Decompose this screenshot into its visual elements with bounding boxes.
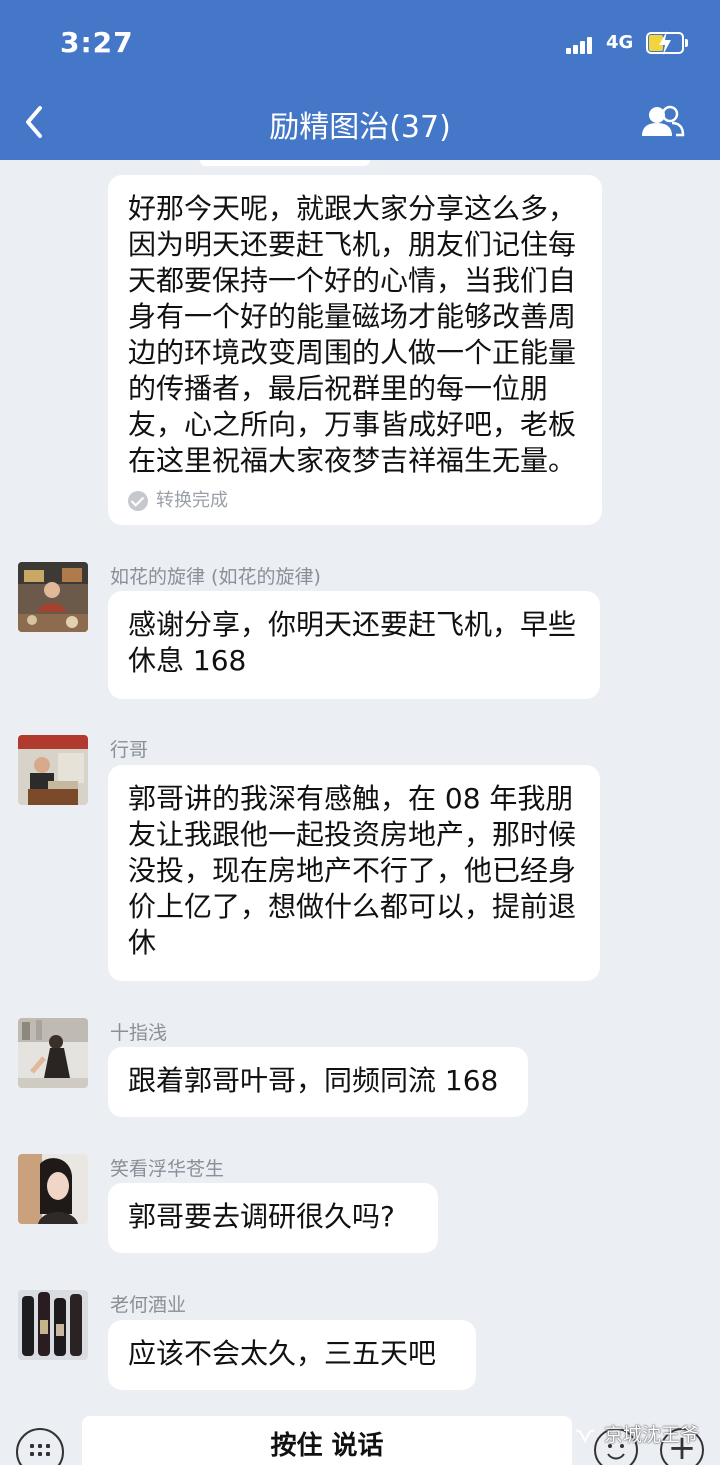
message-text: 好那今天呢，就跟大家分享这么多，因为明天还要赶飞机，朋友们记住每天都要保持一个好… (128, 192, 577, 477)
sender-name: 行哥 (110, 739, 149, 761)
hold-to-talk-button[interactable]: 按住 说话 (82, 1416, 572, 1465)
previous-message-edge (200, 160, 370, 166)
members-button[interactable] (638, 104, 686, 140)
sender-name: 笑看浮华苍生 (110, 1158, 225, 1180)
charging-bolt-icon (659, 31, 671, 55)
chat-title: 励精图治(37) (269, 110, 451, 145)
convert-status: 转换完成 (128, 489, 582, 513)
watermark: 京城沈王爷 (574, 1420, 699, 1447)
status-bar: 3:27 4G (0, 0, 720, 88)
avatar[interactable] (18, 1154, 88, 1224)
message-bubble[interactable]: 郭哥要去调研很久吗? (108, 1183, 438, 1253)
nav-bar: 励精图治(37) (0, 88, 720, 160)
keyboard-button[interactable] (16, 1428, 64, 1465)
avatar[interactable] (18, 1018, 88, 1088)
chevron-left-icon (26, 106, 42, 138)
message-bubble[interactable]: 应该不会太久，三五天吧 (108, 1320, 476, 1390)
signal-icon (566, 36, 596, 54)
sender-name: 如花的旋律 (如花的旋律) (110, 566, 321, 588)
sender-name: 十指浅 (110, 1022, 168, 1044)
message-text: 跟着郭哥叶哥，同频同流 168 (128, 1064, 499, 1097)
message-text: 应该不会太久，三五天吧 (128, 1337, 437, 1370)
avatar[interactable] (18, 735, 88, 805)
message-text: 郭哥讲的我深有感触，在 08 年我朋友让我跟他一起投资房地产，那时候没投，现在房… (128, 782, 577, 959)
avatar[interactable] (18, 1290, 88, 1360)
header: 3:27 4G 励精图治(37) (0, 0, 720, 160)
message-bubble[interactable]: 好那今天呢，就跟大家分享这么多，因为明天还要赶飞机，朋友们记住每天都要保持一个好… (108, 175, 602, 525)
chat-area[interactable]: 好那今天呢，就跟大家分享这么多，因为明天还要赶飞机，朋友们记住每天都要保持一个好… (0, 160, 720, 1410)
message-bubble[interactable]: 感谢分享，你明天还要赶飞机，早些休息 168 (108, 591, 600, 699)
message-bubble[interactable]: 郭哥讲的我深有感触，在 08 年我朋友让我跟他一起投资房地产，那时候没投，现在房… (108, 765, 600, 981)
convert-status-label: 转换完成 (156, 490, 228, 511)
message-bubble[interactable]: 跟着郭哥叶哥，同频同流 168 (108, 1047, 528, 1117)
avatar[interactable] (18, 562, 88, 632)
message-text: 郭哥要去调研很久吗? (128, 1200, 395, 1233)
message-text: 感谢分享，你明天还要赶飞机，早些休息 168 (128, 608, 577, 677)
watermark-text: 京城沈王爷 (604, 1424, 700, 1446)
back-button[interactable] (18, 102, 54, 142)
wechat-channel-icon (575, 1429, 595, 1443)
battery-icon (646, 31, 688, 55)
check-circle-icon (128, 491, 148, 511)
sender-name: 老何酒业 (110, 1294, 187, 1316)
group-members-icon (642, 105, 685, 137)
status-time: 3:27 (60, 26, 134, 59)
network-type: 4G (606, 32, 634, 53)
